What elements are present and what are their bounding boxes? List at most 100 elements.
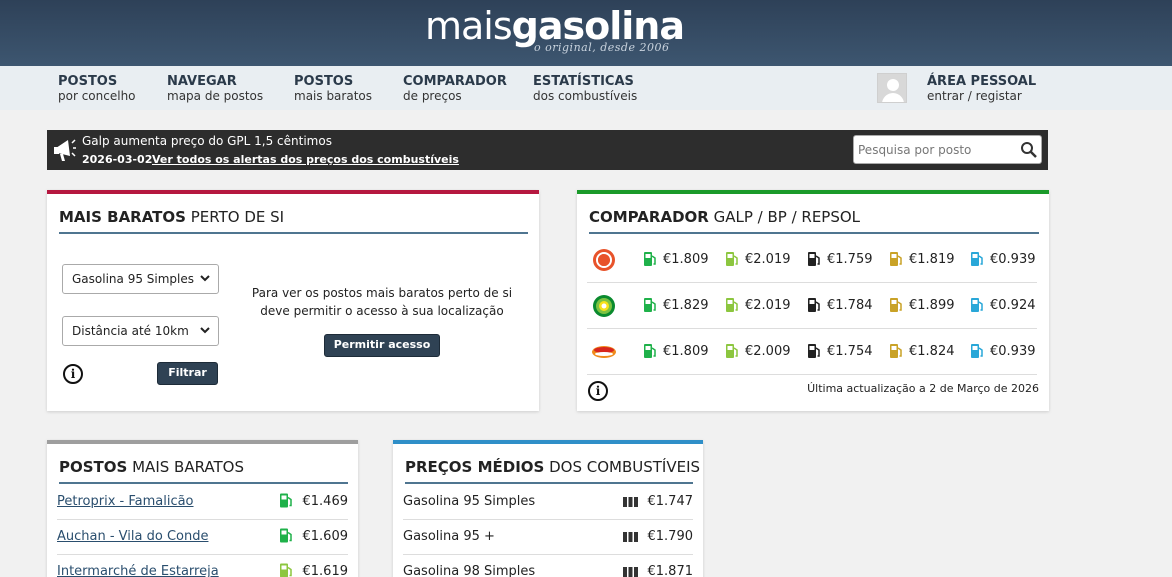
title-rest: GALP / BP / REPSOL [708,208,861,226]
info-icon[interactable]: i [588,381,608,401]
allow-location-button[interactable]: Permitir acesso [324,334,440,357]
nav-navegar[interactable]: NAVEGAR mapa de postos [167,74,263,103]
title-bold: MAIS BARATOS [59,208,186,226]
nav-subtitle: mapa de postos [167,89,264,103]
search-box [853,135,1042,164]
fuel-pump-icon [280,563,292,577]
card-title: MAIS BARATOS PERTO DE SI [59,208,284,226]
fuel-pump-icon [280,528,292,543]
chevron-down-icon [200,275,210,282]
galp-logo-icon [593,249,615,271]
nav-subtitle: de preços [403,89,462,103]
avatar[interactable] [877,73,907,103]
card-title: COMPARADOR GALP / BP / REPSOL [589,208,860,226]
card-title: PREÇOS MÉDIOS DOS COMBUSTÍVEIS [405,458,700,476]
card-accent-bar [47,190,539,194]
bar-chart-icon[interactable] [623,497,638,507]
nav-title: COMPARADOR [403,74,507,89]
filter-button[interactable]: Filtrar [157,362,218,385]
fuel-select[interactable]: Gasolina 95 Simples [62,264,219,294]
comparador-row-bp: €1.829 €2.019 €1.784 €1.899 €0.924 [587,283,1037,329]
alert-bar: Galp aumenta preço do GPL 1,5 cêntimos 2… [47,130,1048,170]
nav-title: ESTATÍSTICAS [533,74,634,89]
info-icon[interactable]: i [63,364,83,384]
fuel-pump-icon [890,344,902,358]
fuel-pump-icon [971,298,983,312]
alerts-link[interactable]: Ver todos os alertas dos preços dos comb… [152,153,459,166]
card-accent-bar [47,440,358,444]
title-bold: POSTOS [59,458,128,476]
nav-comparador[interactable]: COMPARADOR de preços [403,74,507,103]
nav-postos-concelho[interactable]: POSTOS por concelho [58,74,136,103]
fuel-name: Gasolina 95 + [403,529,495,544]
average-row: Gasolina 95 + €1.790 [403,520,693,555]
fuel-pump-icon [726,298,738,312]
station-row: Intermarché de Estarreja €1.619 [57,555,348,577]
distance-select[interactable]: Distância até 10km [62,316,219,346]
station-link[interactable]: Intermarché de Estarreja [57,564,219,577]
nav-title: NAVEGAR [167,74,237,89]
fuel-pump-icon [890,252,902,266]
nav-area-pessoal[interactable]: ÁREA PESSOAL entrar / registar [927,74,1036,103]
fuel-pump-icon [280,493,292,508]
alert-message[interactable]: Galp aumenta preço do GPL 1,5 cêntimos [82,134,332,148]
fuel-price: €1.784 [827,298,873,313]
nav-subtitle: mais baratos [294,89,372,103]
fuel-price: €1.809 [663,344,709,359]
nav-title: POSTOS [294,74,354,89]
alert-date: 2026-03-02 [82,153,153,166]
title-rule [589,232,1039,234]
fuel-price: €2.009 [745,344,791,359]
fuel-pump-icon [971,252,983,266]
title-rule [59,482,348,484]
fuel-pump-icon [644,344,656,358]
nav-estatisticas[interactable]: ESTATÍSTICAS dos combustíveis [533,74,637,103]
title-rest: MAIS BARATOS [127,458,244,476]
station-link[interactable]: Auchan - Vila do Conde [57,529,208,544]
bar-chart-icon[interactable] [623,567,638,577]
search-input[interactable] [858,140,1018,160]
comparador-row-galp: €1.809 €2.019 €1.759 €1.819 €0.939 [587,237,1037,283]
fuel-price: €0.939 [990,344,1036,359]
fuel-price: €1.809 [663,252,709,267]
station-price: €1.609 [302,529,349,544]
fuel-price: €1.824 [909,344,955,359]
averages-card: PREÇOS MÉDIOS DOS COMBUSTÍVEIS Gasolina … [393,440,703,577]
fuel-price: €2.019 [745,252,791,267]
nav-subtitle: entrar / registar [927,89,1022,103]
title-rest: DOS COMBUSTÍVEIS [544,458,701,476]
site-header: maisgasolina o original, desde 2006 [0,0,1172,66]
fuel-price: €2.019 [745,298,791,313]
nav-title: ÁREA PESSOAL [927,74,1037,89]
fuel-pump-icon [971,344,983,358]
search-icon[interactable] [1020,141,1038,159]
station-row: Auchan - Vila do Conde €1.609 [57,520,348,555]
title-bold: COMPARADOR [589,208,709,226]
fuel-price: €0.924 [990,298,1036,313]
card-accent-bar [577,190,1049,194]
average-row: Gasolina 98 Simples €1.871 [403,555,693,577]
nav-title: POSTOS [58,74,118,89]
repsol-logo-icon [592,346,616,358]
fuel-price: €1.829 [663,298,709,313]
fuel-price: €1.819 [909,252,955,267]
megaphone-icon [54,139,76,161]
average-price: €1.747 [647,494,694,509]
station-row: Petroprix - Famalicão €1.469 [57,485,348,520]
fuel-select-value: Gasolina 95 Simples [72,272,194,286]
bar-chart-icon[interactable] [623,532,638,542]
fuel-price: €0.939 [990,252,1036,267]
fuel-name: Gasolina 95 Simples [403,494,536,509]
location-message: Para ver os postos mais baratos perto de… [251,286,513,318]
title-bold: PREÇOS MÉDIOS [405,458,545,476]
station-link[interactable]: Petroprix - Famalicão [57,494,194,509]
card-accent-bar [393,440,703,444]
nav-postos-baratos[interactable]: POSTOS mais baratos [294,74,372,103]
average-price: €1.871 [647,564,694,577]
main-nav: POSTOS por concelho NAVEGAR mapa de post… [0,66,1172,110]
last-updated: Última actualização a 2 de Março de 2026 [807,382,1039,395]
avatar-head-shape [887,79,899,91]
station-price: €1.619 [302,564,349,577]
fuel-pump-icon [644,298,656,312]
fuel-pump-icon [726,344,738,358]
